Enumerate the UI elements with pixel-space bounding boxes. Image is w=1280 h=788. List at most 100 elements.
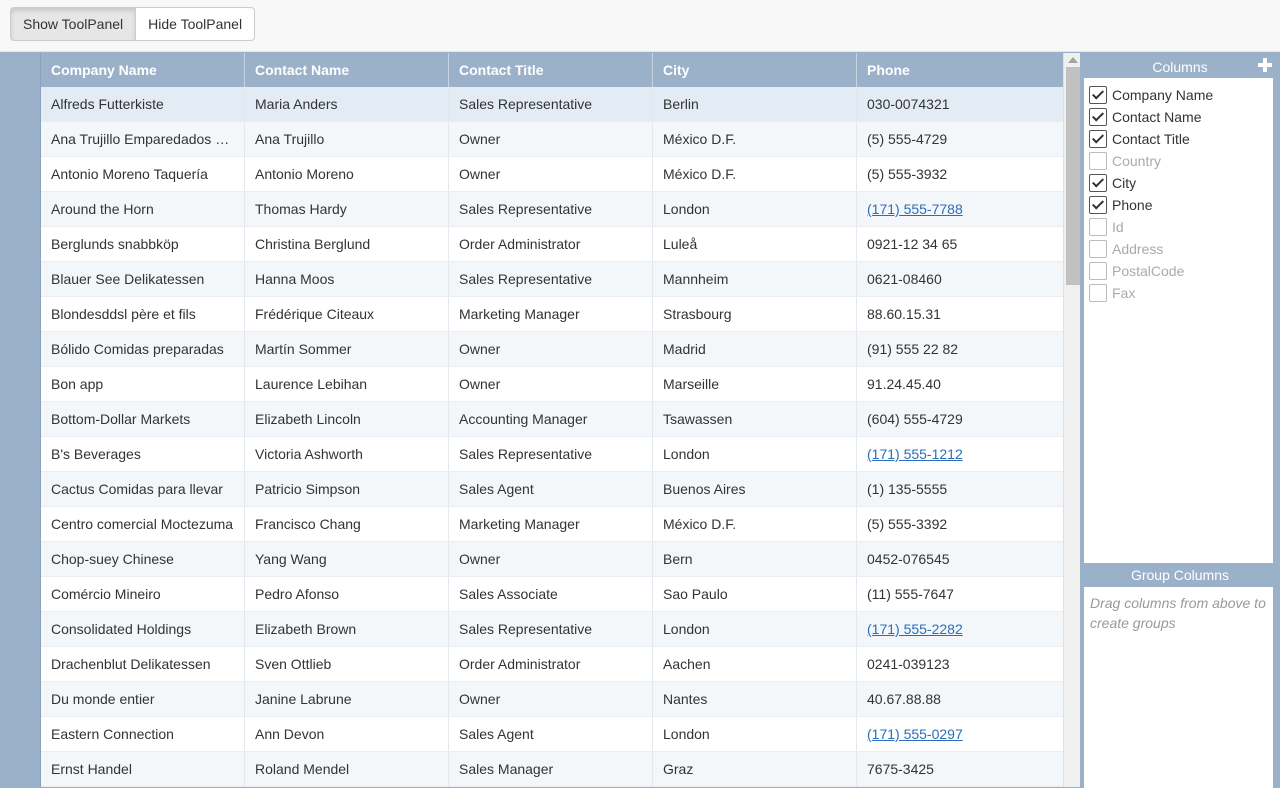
cell-contact-title[interactable]: Order Administrator xyxy=(449,647,653,681)
column-checkbox[interactable] xyxy=(1089,108,1107,126)
cell-phone[interactable]: 88.60.15.31 xyxy=(857,297,1063,331)
header-company-name[interactable]: Company Name xyxy=(41,53,245,87)
cell-city[interactable]: México D.F. xyxy=(653,122,857,156)
cell-contact-title[interactable]: Sales Representative xyxy=(449,612,653,646)
column-toggle-item[interactable]: City xyxy=(1084,172,1273,194)
scrollbar-thumb[interactable] xyxy=(1066,67,1080,285)
cell-contact-name[interactable]: Francisco Chang xyxy=(245,507,449,541)
cell-contact-name[interactable]: Laurence Lebihan xyxy=(245,367,449,401)
cell-contact-name[interactable]: Elizabeth Lincoln xyxy=(245,402,449,436)
cell-contact-name[interactable]: Ana Trujillo xyxy=(245,122,449,156)
cell-company-name[interactable]: Alfreds Futterkiste xyxy=(41,87,245,121)
phone-link[interactable]: (171) 555-7788 xyxy=(867,201,963,217)
cell-phone[interactable]: (604) 555-4729 xyxy=(857,402,1063,436)
cell-phone[interactable]: (5) 555-4729 xyxy=(857,122,1063,156)
cell-phone[interactable]: 40.67.88.88 xyxy=(857,682,1063,716)
table-row[interactable]: Berglunds snabbköp Christina Berglund Orde… xyxy=(41,227,1063,262)
table-row[interactable]: Comércio Mineiro Pedro Afonso Sales Associ… xyxy=(41,577,1063,612)
cell-company-name[interactable]: Around the Horn xyxy=(41,192,245,226)
cell-city[interactable]: Madrid xyxy=(653,332,857,366)
table-row[interactable]: Du monde entier Janine Labrune Owner Nantes… xyxy=(41,682,1063,717)
column-checkbox[interactable] xyxy=(1089,152,1107,170)
cell-company-name[interactable]: Bottom-Dollar Markets xyxy=(41,402,245,436)
cell-phone[interactable]: (171) 555-1212 xyxy=(857,437,1063,471)
cell-city[interactable]: Nantes xyxy=(653,682,857,716)
table-row[interactable]: Consolidated Holdings Elizabeth Brown Sale… xyxy=(41,612,1063,647)
cell-phone[interactable]: 0241-039123 xyxy=(857,647,1063,681)
table-row[interactable]: Ana Trujillo Emparedados y heladosAna Tr… xyxy=(41,122,1063,157)
table-row[interactable]: Chop-suey Chinese Yang Wang Owner Bern 0452-… xyxy=(41,542,1063,577)
hide-toolpanel-button[interactable]: Hide ToolPanel xyxy=(135,7,256,41)
cell-company-name[interactable]: Blondesddsl père et fils xyxy=(41,297,245,331)
header-contact-name[interactable]: Contact Name xyxy=(245,53,449,87)
cell-contact-name[interactable]: Thomas Hardy xyxy=(245,192,449,226)
cell-contact-title[interactable]: Marketing Manager xyxy=(449,507,653,541)
cell-contact-name[interactable]: Maria Anders xyxy=(245,87,449,121)
cell-contact-name[interactable]: Christina Berglund xyxy=(245,227,449,261)
cell-contact-name[interactable]: Martín Sommer xyxy=(245,332,449,366)
cell-contact-title[interactable]: Accounting Manager xyxy=(449,402,653,436)
table-row[interactable]: Blondesddsl père et fils Frédérique Citea… xyxy=(41,297,1063,332)
vertical-scrollbar[interactable] xyxy=(1063,53,1080,787)
table-row[interactable]: Cactus Comidas para llevar Patricio Simps… xyxy=(41,472,1063,507)
column-checkbox[interactable] xyxy=(1089,284,1107,302)
header-contact-title[interactable]: Contact Title xyxy=(449,53,653,87)
column-toggle-item[interactable]: Company Name xyxy=(1084,84,1273,106)
cell-phone[interactable]: 0452-076545 xyxy=(857,542,1063,576)
cell-city[interactable]: Luleå xyxy=(653,227,857,261)
cell-contact-title[interactable]: Sales Representative xyxy=(449,262,653,296)
cell-company-name[interactable]: Bon app xyxy=(41,367,245,401)
table-row[interactable]: Ernst Handel Roland Mendel Sales Manager Gr… xyxy=(41,752,1063,787)
cell-city[interactable]: Graz xyxy=(653,752,857,786)
header-phone[interactable]: Phone xyxy=(857,53,1063,87)
cell-phone[interactable]: (91) 555 22 82 xyxy=(857,332,1063,366)
cell-city[interactable]: México D.F. xyxy=(653,157,857,191)
table-row[interactable]: Blauer See Delikatessen Hanna Moos Sales R… xyxy=(41,262,1063,297)
cell-company-name[interactable]: Centro comercial Moctezuma xyxy=(41,507,245,541)
cell-city[interactable]: Aachen xyxy=(653,647,857,681)
table-row[interactable]: Around the Horn Thomas Hardy Sales Represe… xyxy=(41,192,1063,227)
column-toggle-item[interactable]: Contact Title xyxy=(1084,128,1273,150)
cell-company-name[interactable]: Consolidated Holdings xyxy=(41,612,245,646)
group-drop-zone[interactable]: Drag columns from above to create groups xyxy=(1084,587,1273,788)
cell-city[interactable]: Strasbourg xyxy=(653,297,857,331)
cell-contact-name[interactable]: Hanna Moos xyxy=(245,262,449,296)
column-toggle-item[interactable]: Phone xyxy=(1084,194,1273,216)
cell-contact-name[interactable]: Victoria Ashworth xyxy=(245,437,449,471)
cell-city[interactable]: Berlin xyxy=(653,87,857,121)
cell-phone[interactable]: (5) 555-3392 xyxy=(857,507,1063,541)
column-checkbox[interactable] xyxy=(1089,218,1107,236)
cell-contact-title[interactable]: Marketing Manager xyxy=(449,297,653,331)
cell-company-name[interactable]: Eastern Connection xyxy=(41,717,245,751)
cell-contact-name[interactable]: Patricio Simpson xyxy=(245,472,449,506)
plus-icon[interactable] xyxy=(1258,58,1272,72)
cell-company-name[interactable]: Comércio Mineiro xyxy=(41,577,245,611)
cell-company-name[interactable]: Drachenblut Delikatessen xyxy=(41,647,245,681)
header-city[interactable]: City xyxy=(653,53,857,87)
cell-city[interactable]: Bern xyxy=(653,542,857,576)
cell-phone[interactable]: 91.24.45.40 xyxy=(857,367,1063,401)
cell-phone[interactable]: 7675-3425 xyxy=(857,752,1063,786)
cell-contact-title[interactable]: Sales Associate xyxy=(449,577,653,611)
cell-city[interactable]: México D.F. xyxy=(653,507,857,541)
column-toggle-item[interactable]: PostalCode xyxy=(1084,260,1273,282)
cell-city[interactable]: Tsawassen xyxy=(653,402,857,436)
cell-city[interactable]: Sao Paulo xyxy=(653,577,857,611)
cell-company-name[interactable]: Ernst Handel xyxy=(41,752,245,786)
phone-link[interactable]: (171) 555-0297 xyxy=(867,726,963,742)
cell-contact-name[interactable]: Sven Ottlieb xyxy=(245,647,449,681)
column-toggle-item[interactable]: Fax xyxy=(1084,282,1273,304)
column-toggle-item[interactable]: Address xyxy=(1084,238,1273,260)
cell-contact-name[interactable]: Elizabeth Brown xyxy=(245,612,449,646)
table-row[interactable]: Bólido Comidas preparadas Martín Sommer Ow… xyxy=(41,332,1063,367)
column-toggle-item[interactable]: Contact Name xyxy=(1084,106,1273,128)
column-checkbox[interactable] xyxy=(1089,174,1107,192)
cell-company-name[interactable]: Ana Trujillo Emparedados y helados xyxy=(41,122,245,156)
cell-company-name[interactable]: B's Beverages xyxy=(41,437,245,471)
table-row[interactable]: Eastern Connection Ann Devon Sales Agent Lo… xyxy=(41,717,1063,752)
column-checkbox[interactable] xyxy=(1089,262,1107,280)
cell-contact-name[interactable]: Roland Mendel xyxy=(245,752,449,786)
cell-city[interactable]: Mannheim xyxy=(653,262,857,296)
cell-company-name[interactable]: Antonio Moreno Taquería xyxy=(41,157,245,191)
cell-contact-title[interactable]: Sales Representative xyxy=(449,437,653,471)
